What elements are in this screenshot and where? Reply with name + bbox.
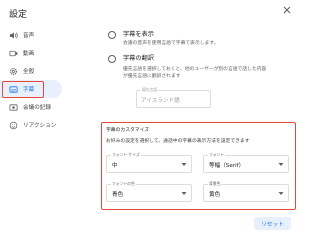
font-size-value: 中 xyxy=(112,163,118,169)
sidebar-item-label: リアクション xyxy=(23,123,57,129)
sidebar-item-recording[interactable]: 会議の記録 xyxy=(0,98,86,116)
sidebar-item-label: 会議の記録 xyxy=(23,105,51,111)
sidebar-nav: 音声 動画 全般 字幕 会議の記録 リアクション xyxy=(0,26,86,134)
sidebar-item-label: 音声 xyxy=(23,33,35,39)
video-icon xyxy=(8,48,18,58)
translate-captions-title: 字幕の翻訳 xyxy=(123,55,154,62)
preferred-language-select[interactable]: 優先言語 アイスランド語 xyxy=(136,87,211,108)
font-size-select[interactable]: フォント サイズ 中 xyxy=(106,152,192,173)
sidebar-item-audio[interactable]: 音声 xyxy=(0,26,86,44)
font-color-select[interactable]: フォントの色 青色 xyxy=(106,181,192,202)
show-captions-desc: 会議の音声を使用言語で字幕で表示します。 xyxy=(123,41,219,46)
page-title: 設定 xyxy=(9,10,28,20)
gear-icon xyxy=(8,66,18,76)
translate-captions-desc: 優先言語を選択しておくと、他のユーザーが別の言語で話した内容 xyxy=(123,67,267,72)
translate-captions-desc-2: が優先言語に翻訳されます xyxy=(123,74,181,79)
translate-captions-radio[interactable] xyxy=(108,55,116,63)
caption-customization-section: 字幕のカスタマイズ お好みの設定を選択して、通話中の字幕の表示方法を設定できます… xyxy=(101,122,296,210)
settings-window: 設定 音声 動画 全般 字幕 会議の記録 リアクション 字幕を表示 会議の音声を… xyxy=(0,0,300,243)
close-icon[interactable] xyxy=(282,5,292,15)
font-label: フォント xyxy=(208,152,226,158)
preferred-language-value: アイスランド語 xyxy=(141,98,180,104)
show-captions-title: 字幕を表示 xyxy=(123,31,154,38)
sidebar-item-general[interactable]: 全般 xyxy=(0,62,86,80)
smile-icon xyxy=(8,120,18,130)
dropdown-arrow-icon xyxy=(278,163,284,166)
sidebar-item-video[interactable]: 動画 xyxy=(0,44,86,62)
volume-icon xyxy=(8,30,18,40)
sidebar: 設定 音声 動画 全般 字幕 会議の記録 リアクション xyxy=(0,0,86,243)
background-color-label: 背景色 xyxy=(208,181,222,187)
font-size-label: フォント サイズ xyxy=(111,152,141,158)
font-value: 等幅（Serif） xyxy=(209,163,245,169)
highlight-frame-captions-tab xyxy=(2,81,44,98)
dropdown-arrow-icon xyxy=(181,163,187,166)
customization-title: 字幕のカスタマイズ xyxy=(106,128,150,133)
customization-desc: お好みの設定を選択して、通話中の字幕の表示方法を設定できます xyxy=(106,139,250,144)
font-color-label: フォントの色 xyxy=(111,181,136,187)
dropdown-arrow-icon xyxy=(278,192,284,195)
sidebar-item-reactions[interactable]: リアクション xyxy=(0,116,86,134)
sidebar-item-label: 動画 xyxy=(23,51,35,57)
dropdown-arrow-icon xyxy=(181,192,187,195)
font-select[interactable]: フォント 等幅（Serif） xyxy=(203,152,289,173)
record-icon xyxy=(8,102,18,112)
background-color-select[interactable]: 背景色 黄色 xyxy=(203,181,289,202)
reset-button[interactable]: リセット xyxy=(254,217,291,230)
font-color-value: 青色 xyxy=(112,192,124,198)
background-color-value: 黄色 xyxy=(209,192,221,198)
preferred-language-label: 優先言語 xyxy=(141,87,159,93)
show-captions-radio[interactable] xyxy=(108,31,116,39)
sidebar-item-label: 全般 xyxy=(23,69,35,75)
